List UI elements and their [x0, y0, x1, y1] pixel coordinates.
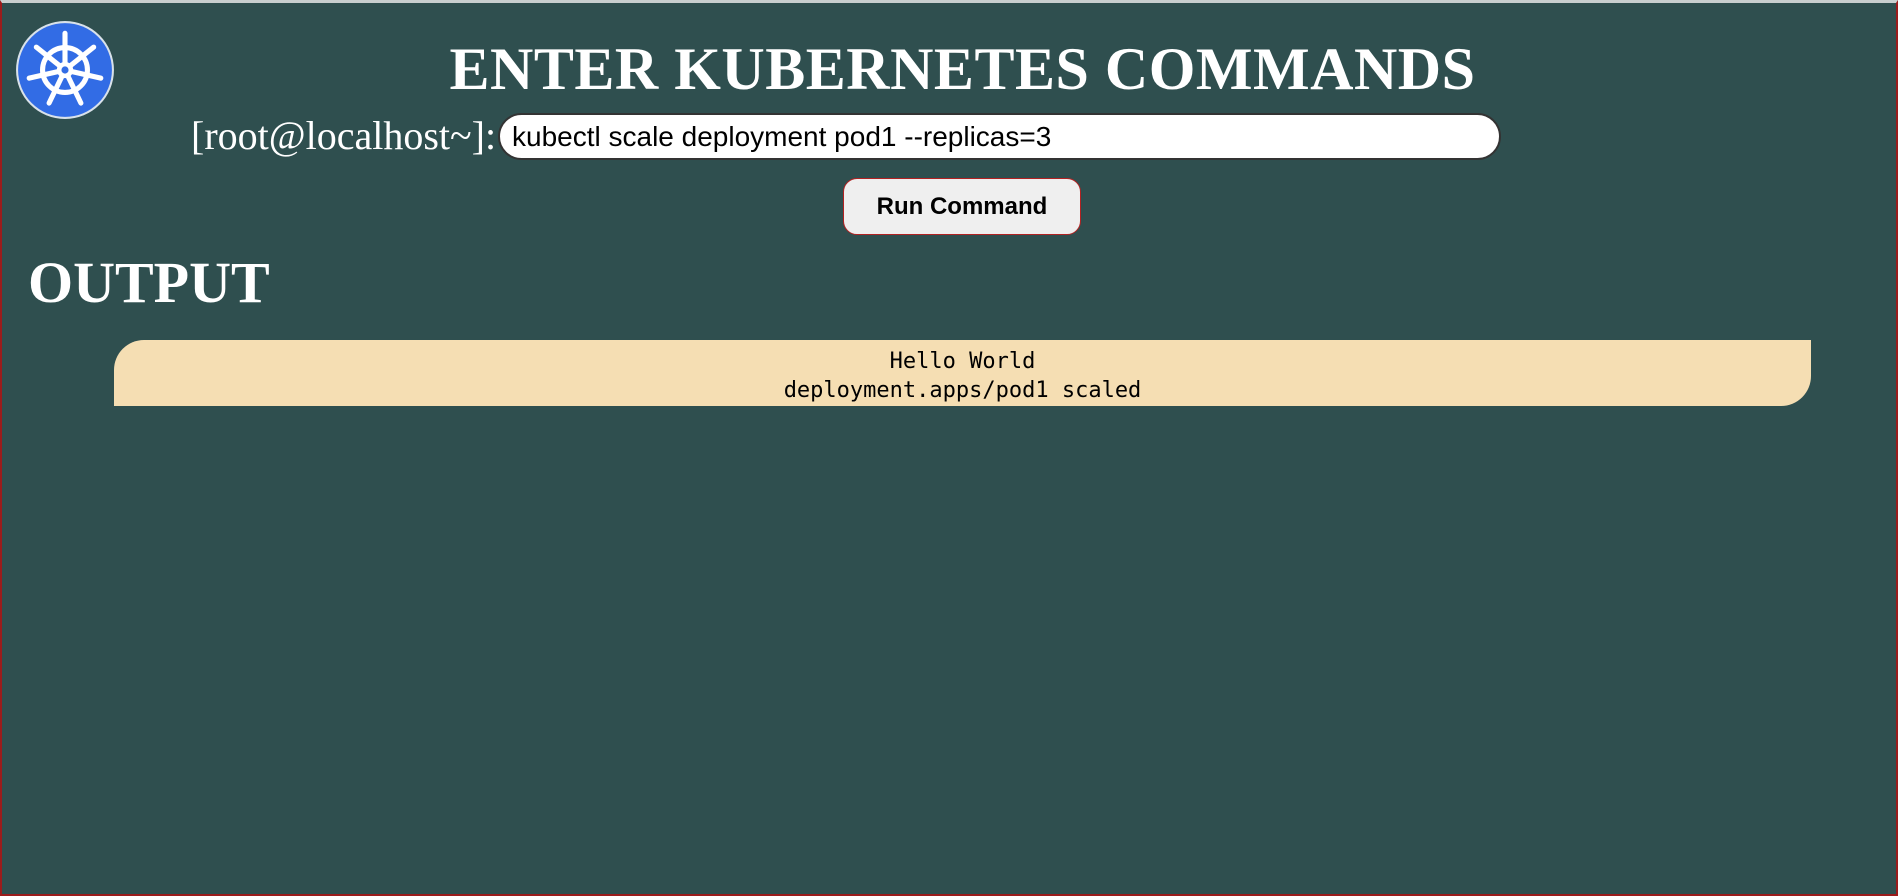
output-heading: OUTPUT [28, 250, 270, 315]
run-command-button[interactable]: Run Command [843, 178, 1081, 235]
output-line: deployment.apps/pod1 scaled [783, 378, 1142, 403]
command-input[interactable] [498, 113, 1501, 160]
shell-prompt: [root@localhost~]: [191, 113, 497, 158]
output-line: Hello World [889, 349, 1036, 374]
window-top-border [0, 0, 1898, 2]
page-title: ENTER KUBERNETES COMMANDS [449, 36, 1476, 102]
output-panel: Hello World deployment.apps/pod1 scaled [114, 340, 1811, 406]
